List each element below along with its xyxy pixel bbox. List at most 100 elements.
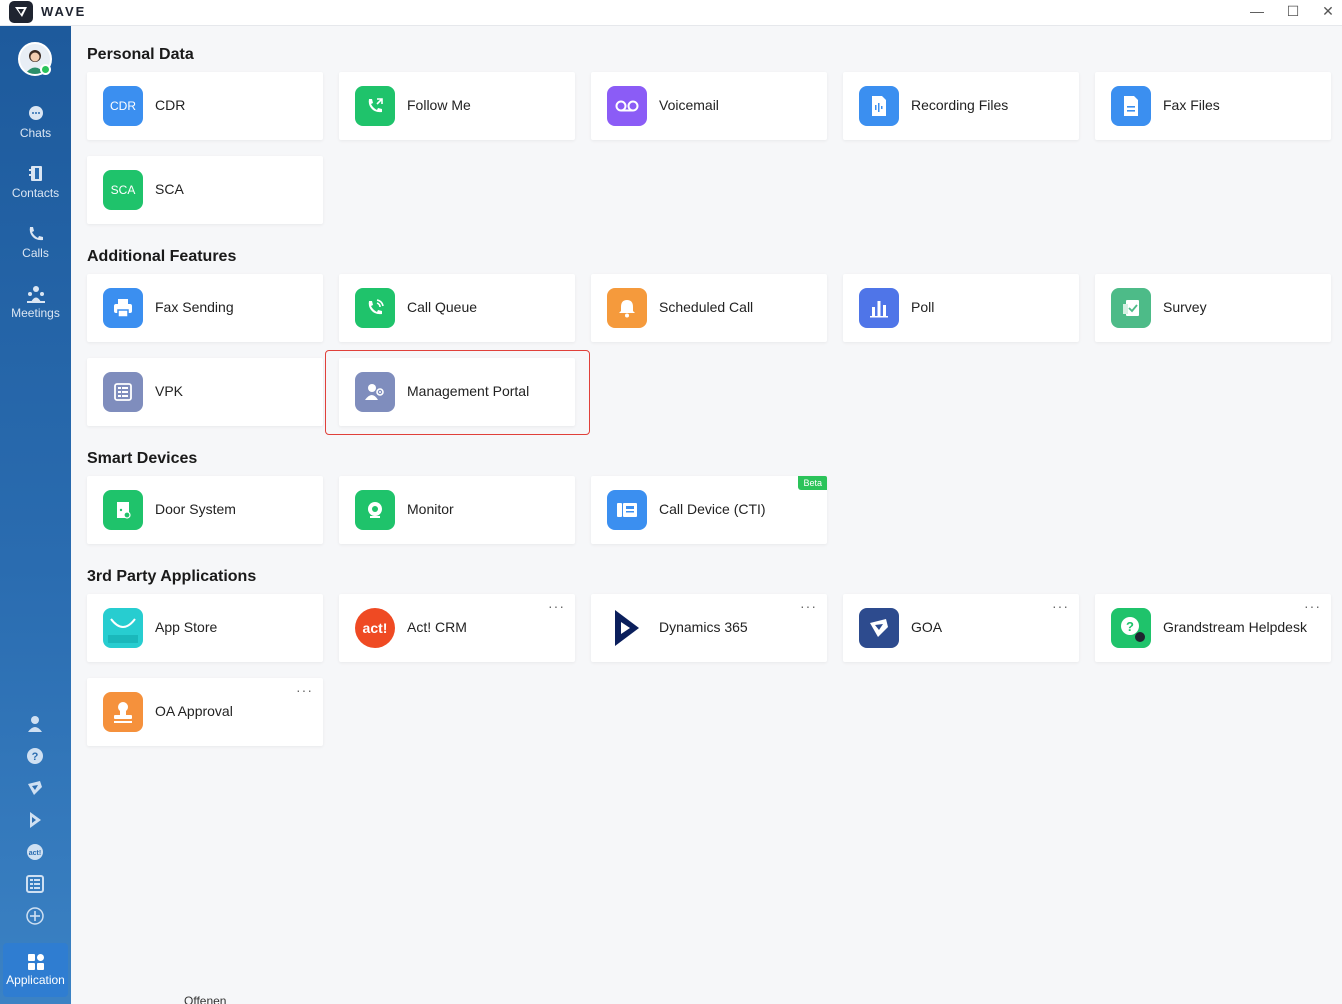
card-fax-sending[interactable]: Fax Sending	[87, 274, 323, 342]
svg-text:act!: act!	[29, 850, 41, 857]
card-goa[interactable]: GOA ···	[843, 594, 1079, 662]
vpk-icon	[103, 372, 143, 412]
chat-icon	[28, 106, 43, 120]
more-options-button[interactable]: ···	[296, 682, 313, 698]
follow-me-phone-icon	[355, 86, 395, 126]
card-label: OA Approval	[155, 703, 233, 719]
fax-file-icon	[1111, 86, 1151, 126]
card-voicemail[interactable]: Voicemail	[591, 72, 827, 140]
svg-text:?: ?	[32, 751, 39, 763]
dynamics-icon[interactable]	[25, 810, 45, 830]
goa-icon[interactable]	[25, 778, 45, 798]
monitor-camera-icon	[355, 490, 395, 530]
door-system-icon	[103, 490, 143, 530]
card-sca[interactable]: SCA SCA	[87, 156, 323, 224]
card-scheduled-call[interactable]: Scheduled Call	[591, 274, 827, 342]
close-button[interactable]: ✕	[1311, 0, 1342, 24]
dynamics-365-icon	[607, 608, 647, 648]
card-door-system[interactable]: Door System	[87, 476, 323, 544]
card-label: Dynamics 365	[659, 619, 748, 635]
call-queue-icon	[355, 288, 395, 328]
vpk-icon[interactable]	[25, 874, 45, 894]
card-label: Scheduled Call	[659, 299, 754, 315]
act-crm-icon: act!	[355, 608, 395, 648]
bell-icon	[607, 288, 647, 328]
sidebar-item-label: Chats	[19, 126, 52, 140]
selection-highlight	[325, 350, 590, 435]
sidebar-item-label: Meetings	[11, 306, 60, 320]
card-cdr[interactable]: CDR CDR	[87, 72, 323, 140]
online-status-dot	[40, 64, 51, 75]
app-store-icon	[103, 608, 143, 648]
card-label: Voicemail	[659, 97, 719, 113]
helpdesk-icon: ?	[1111, 608, 1151, 648]
act-icon[interactable]: act!	[25, 842, 45, 862]
phone-icon	[29, 227, 43, 241]
card-label: Monitor	[407, 501, 454, 517]
help-icon[interactable]: ?	[25, 746, 45, 766]
section-title-3rd-party-applications: 3rd Party Applications	[87, 568, 257, 585]
card-label: Fax Sending	[155, 299, 234, 315]
card-grandstream-helpdesk[interactable]: ? Grandstream Helpdesk ···	[1095, 594, 1331, 662]
section-title-smart-devices: Smart Devices	[87, 450, 198, 467]
voicemail-icon	[607, 86, 647, 126]
card-label: Recording Files	[911, 97, 1009, 113]
beta-badge: Beta	[798, 476, 827, 490]
more-options-button[interactable]: ···	[548, 598, 565, 614]
section-title-personal-data: Personal Data	[87, 46, 194, 63]
oa-approval-icon	[103, 692, 143, 732]
card-label: Call Device (CTI)	[659, 501, 766, 517]
card-recording-files[interactable]: Recording Files	[843, 72, 1079, 140]
card-fax-files[interactable]: Fax Files	[1095, 72, 1331, 140]
card-call-device[interactable]: Call Device (CTI) Beta	[591, 476, 827, 544]
card-call-queue[interactable]: Call Queue	[339, 274, 575, 342]
card-label: Survey	[1163, 299, 1207, 315]
card-label: Act! CRM	[407, 619, 467, 635]
call-device-icon	[607, 490, 647, 530]
sidebar-item-contacts[interactable]: Contacts	[0, 164, 71, 214]
sidebar-item-chats[interactable]: Chats	[0, 104, 71, 154]
more-options-button[interactable]: ···	[1304, 598, 1321, 614]
sidebar-item-label: Calls	[22, 246, 49, 260]
card-monitor[interactable]: Monitor	[339, 476, 575, 544]
card-label: Call Queue	[407, 299, 478, 315]
sca-icon: SCA	[103, 170, 143, 210]
card-label: Fax Files	[1163, 97, 1220, 113]
card-dynamics-365[interactable]: Dynamics 365 ···	[591, 594, 827, 662]
cdr-icon: CDR	[103, 86, 143, 126]
add-icon[interactable]	[25, 906, 45, 926]
svg-text:?: ?	[1126, 619, 1134, 634]
more-options-button[interactable]: ···	[1052, 598, 1069, 614]
card-survey[interactable]: Survey	[1095, 274, 1331, 342]
printer-icon	[103, 288, 143, 328]
card-label: VPK	[155, 383, 184, 399]
card-label: Follow Me	[407, 97, 471, 113]
card-label: Grandstream Helpdesk	[1163, 619, 1307, 635]
app-name: WAVE	[41, 4, 87, 19]
more-options-button[interactable]: ···	[800, 598, 817, 614]
card-oa-approval[interactable]: OA Approval ···	[87, 678, 323, 746]
card-label: CDR	[155, 97, 186, 113]
user-icon[interactable]	[25, 714, 45, 734]
card-poll[interactable]: Poll	[843, 274, 1079, 342]
title-bar: WAVE — ☐ ✕	[0, 0, 1342, 26]
card-act-crm[interactable]: act! Act! CRM ···	[339, 594, 575, 662]
card-app-store[interactable]: App Store	[87, 594, 323, 662]
card-follow-me[interactable]: Follow Me	[339, 72, 575, 140]
sidebar: Chats Contacts Calls Meetings ? act! App…	[0, 26, 71, 1004]
minimize-button[interactable]: —	[1240, 0, 1274, 24]
poll-chart-icon	[859, 288, 899, 328]
application-grid-icon	[27, 954, 44, 970]
sidebar-item-application[interactable]: Application	[3, 943, 68, 997]
sidebar-item-meetings[interactable]: Meetings	[0, 284, 71, 334]
card-label: Poll	[911, 299, 935, 315]
sidebar-item-label: Contacts	[11, 186, 60, 200]
card-label: SCA	[155, 181, 184, 197]
card-label: GOA	[911, 619, 943, 635]
card-vpk[interactable]: VPK	[87, 358, 323, 426]
maximize-button[interactable]: ☐	[1276, 0, 1310, 24]
sidebar-item-calls[interactable]: Calls	[0, 224, 71, 274]
card-label: App Store	[155, 619, 218, 635]
contacts-icon	[28, 166, 42, 181]
clipped-footer-text: Offenen	[184, 994, 227, 1004]
